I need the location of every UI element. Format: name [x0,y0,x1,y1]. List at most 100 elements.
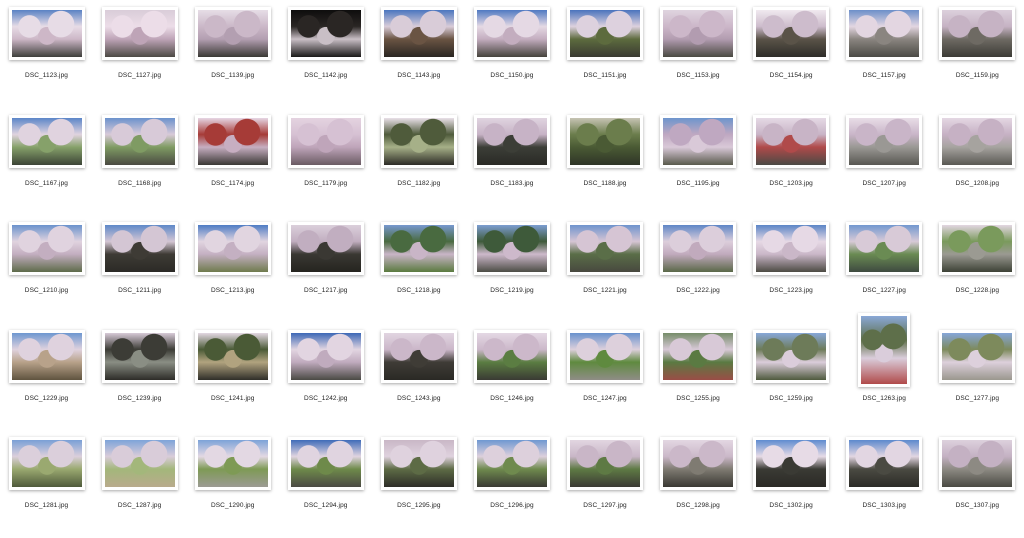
photo-thumbnail-item[interactable]: DSC_1294.jpg [279,430,372,538]
photo-thumbnail-frame[interactable] [939,329,1016,383]
photo-thumbnail-frame[interactable] [380,7,457,60]
photo-thumbnail-frame[interactable] [8,329,85,383]
photo-thumbnail-image[interactable] [756,10,827,57]
photo-thumbnail-frame[interactable] [753,7,830,60]
photo-thumbnail-frame[interactable] [287,329,364,383]
photo-thumbnail-image[interactable] [383,10,454,57]
photo-thumbnail-image[interactable] [570,332,640,380]
photo-thumbnail-item[interactable]: DSC_1219.jpg [465,215,558,323]
photo-thumbnail-item[interactable]: DSC_1211.jpg [93,215,186,323]
photo-thumbnail-item[interactable]: DSC_1182.jpg [372,108,465,216]
photo-thumbnail-image[interactable] [197,332,268,380]
photo-thumbnail-image[interactable] [290,10,361,57]
photo-thumbnail-frame[interactable] [939,7,1016,60]
photo-thumbnail-item[interactable]: DSC_1174.jpg [186,108,279,216]
photo-thumbnail-item[interactable]: DSC_1259.jpg [745,323,838,431]
photo-thumbnail-item[interactable]: DSC_1247.jpg [558,323,651,431]
photo-thumbnail-image[interactable] [476,440,547,488]
photo-thumbnail-image[interactable] [383,440,454,488]
photo-thumbnail-image[interactable] [756,332,827,380]
photo-thumbnail-item[interactable]: DSC_1255.jpg [652,323,745,431]
photo-thumbnail-item[interactable]: DSC_1303.jpg [838,430,931,538]
photo-thumbnail-image[interactable] [11,117,82,165]
photo-thumbnail-image[interactable] [476,225,547,273]
photo-thumbnail-item[interactable]: DSC_1239.jpg [93,323,186,431]
photo-thumbnail-image[interactable] [290,440,361,488]
photo-thumbnail-frame[interactable] [101,222,178,276]
photo-thumbnail-frame[interactable] [473,7,550,60]
photo-thumbnail-image[interactable] [197,225,268,273]
photo-thumbnail-item[interactable]: DSC_1218.jpg [372,215,465,323]
photo-thumbnail-item[interactable]: DSC_1159.jpg [931,0,1024,108]
photo-thumbnail-frame[interactable] [380,114,457,168]
photo-thumbnail-item[interactable]: DSC_1241.jpg [186,323,279,431]
photo-thumbnail-frame[interactable] [194,114,271,168]
photo-thumbnail-image[interactable] [942,10,1013,57]
photo-thumbnail-item[interactable]: DSC_1242.jpg [279,323,372,431]
photo-thumbnail-image[interactable] [942,225,1013,273]
photo-thumbnail-frame[interactable] [194,7,271,60]
photo-thumbnail-item[interactable]: DSC_1298.jpg [652,430,745,538]
photo-thumbnail-frame[interactable] [567,222,643,276]
photo-thumbnail-frame[interactable] [660,222,737,276]
photo-thumbnail-item[interactable]: DSC_1287.jpg [93,430,186,538]
photo-thumbnail-image[interactable] [383,117,454,165]
photo-thumbnail-item[interactable]: DSC_1281.jpg [0,430,93,538]
photo-thumbnail-item[interactable]: DSC_1229.jpg [0,323,93,431]
photo-thumbnail-item[interactable]: DSC_1243.jpg [372,323,465,431]
photo-thumbnail-item[interactable]: DSC_1222.jpg [652,215,745,323]
photo-thumbnail-frame[interactable] [846,114,923,168]
photo-thumbnail-item[interactable]: DSC_1221.jpg [558,215,651,323]
photo-thumbnail-image[interactable] [663,332,734,380]
photo-thumbnail-image[interactable] [290,332,361,380]
photo-thumbnail-image[interactable] [104,332,175,380]
photo-thumbnail-item[interactable]: DSC_1150.jpg [465,0,558,108]
photo-thumbnail-frame[interactable] [753,222,830,276]
photo-thumbnail-item[interactable]: DSC_1246.jpg [465,323,558,431]
photo-thumbnail-frame[interactable] [753,329,830,383]
photo-thumbnail-image[interactable] [383,332,454,380]
photo-thumbnail-image[interactable] [570,440,640,488]
photo-thumbnail-image[interactable] [849,225,920,273]
photo-thumbnail-image[interactable] [197,117,268,165]
photo-thumbnail-frame[interactable] [101,329,178,383]
photo-thumbnail-frame[interactable] [846,437,923,491]
photo-thumbnail-frame[interactable] [846,7,923,60]
photo-thumbnail-image[interactable] [11,332,82,380]
photo-thumbnail-frame[interactable] [8,7,85,60]
photo-thumbnail-frame[interactable] [8,114,85,168]
photo-thumbnail-image[interactable] [756,440,827,488]
photo-thumbnail-frame[interactable] [858,312,911,387]
photo-thumbnail-image[interactable] [476,10,547,57]
photo-thumbnail-frame[interactable] [753,114,830,168]
photo-thumbnail-frame[interactable] [380,437,457,491]
photo-thumbnail-item[interactable]: DSC_1223.jpg [745,215,838,323]
photo-thumbnail-image[interactable] [197,10,268,57]
photo-thumbnail-image[interactable] [849,440,920,488]
photo-thumbnail-frame[interactable] [101,7,178,60]
photo-thumbnail-item[interactable]: DSC_1127.jpg [93,0,186,108]
photo-thumbnail-frame[interactable] [660,329,737,383]
photo-thumbnail-item[interactable]: DSC_1296.jpg [465,430,558,538]
photo-thumbnail-item[interactable]: DSC_1263.jpg [838,312,931,431]
photo-thumbnail-frame[interactable] [660,437,737,491]
photo-thumbnail-image[interactable] [942,332,1013,380]
photo-thumbnail-frame[interactable] [753,437,830,491]
photo-thumbnail-frame[interactable] [473,437,550,491]
photo-thumbnail-image[interactable] [942,117,1013,165]
photo-thumbnail-frame[interactable] [380,222,457,276]
photo-thumbnail-image[interactable] [104,440,175,488]
photo-thumbnail-frame[interactable] [194,437,271,491]
photo-thumbnail-frame[interactable] [939,437,1016,491]
photo-thumbnail-item[interactable]: DSC_1213.jpg [186,215,279,323]
photo-thumbnail-frame[interactable] [567,329,643,383]
photo-thumbnail-image[interactable] [383,225,454,273]
photo-thumbnail-frame[interactable] [101,114,178,168]
photo-thumbnail-item[interactable]: DSC_1307.jpg [931,430,1024,538]
photo-thumbnail-image[interactable] [663,10,734,57]
photo-thumbnail-item[interactable]: DSC_1154.jpg [745,0,838,108]
photo-thumbnail-item[interactable]: DSC_1123.jpg [0,0,93,108]
photo-thumbnail-item[interactable]: DSC_1188.jpg [558,108,651,216]
photo-thumbnail-item[interactable]: DSC_1228.jpg [931,215,1024,323]
photo-thumbnail-frame[interactable] [287,222,364,276]
